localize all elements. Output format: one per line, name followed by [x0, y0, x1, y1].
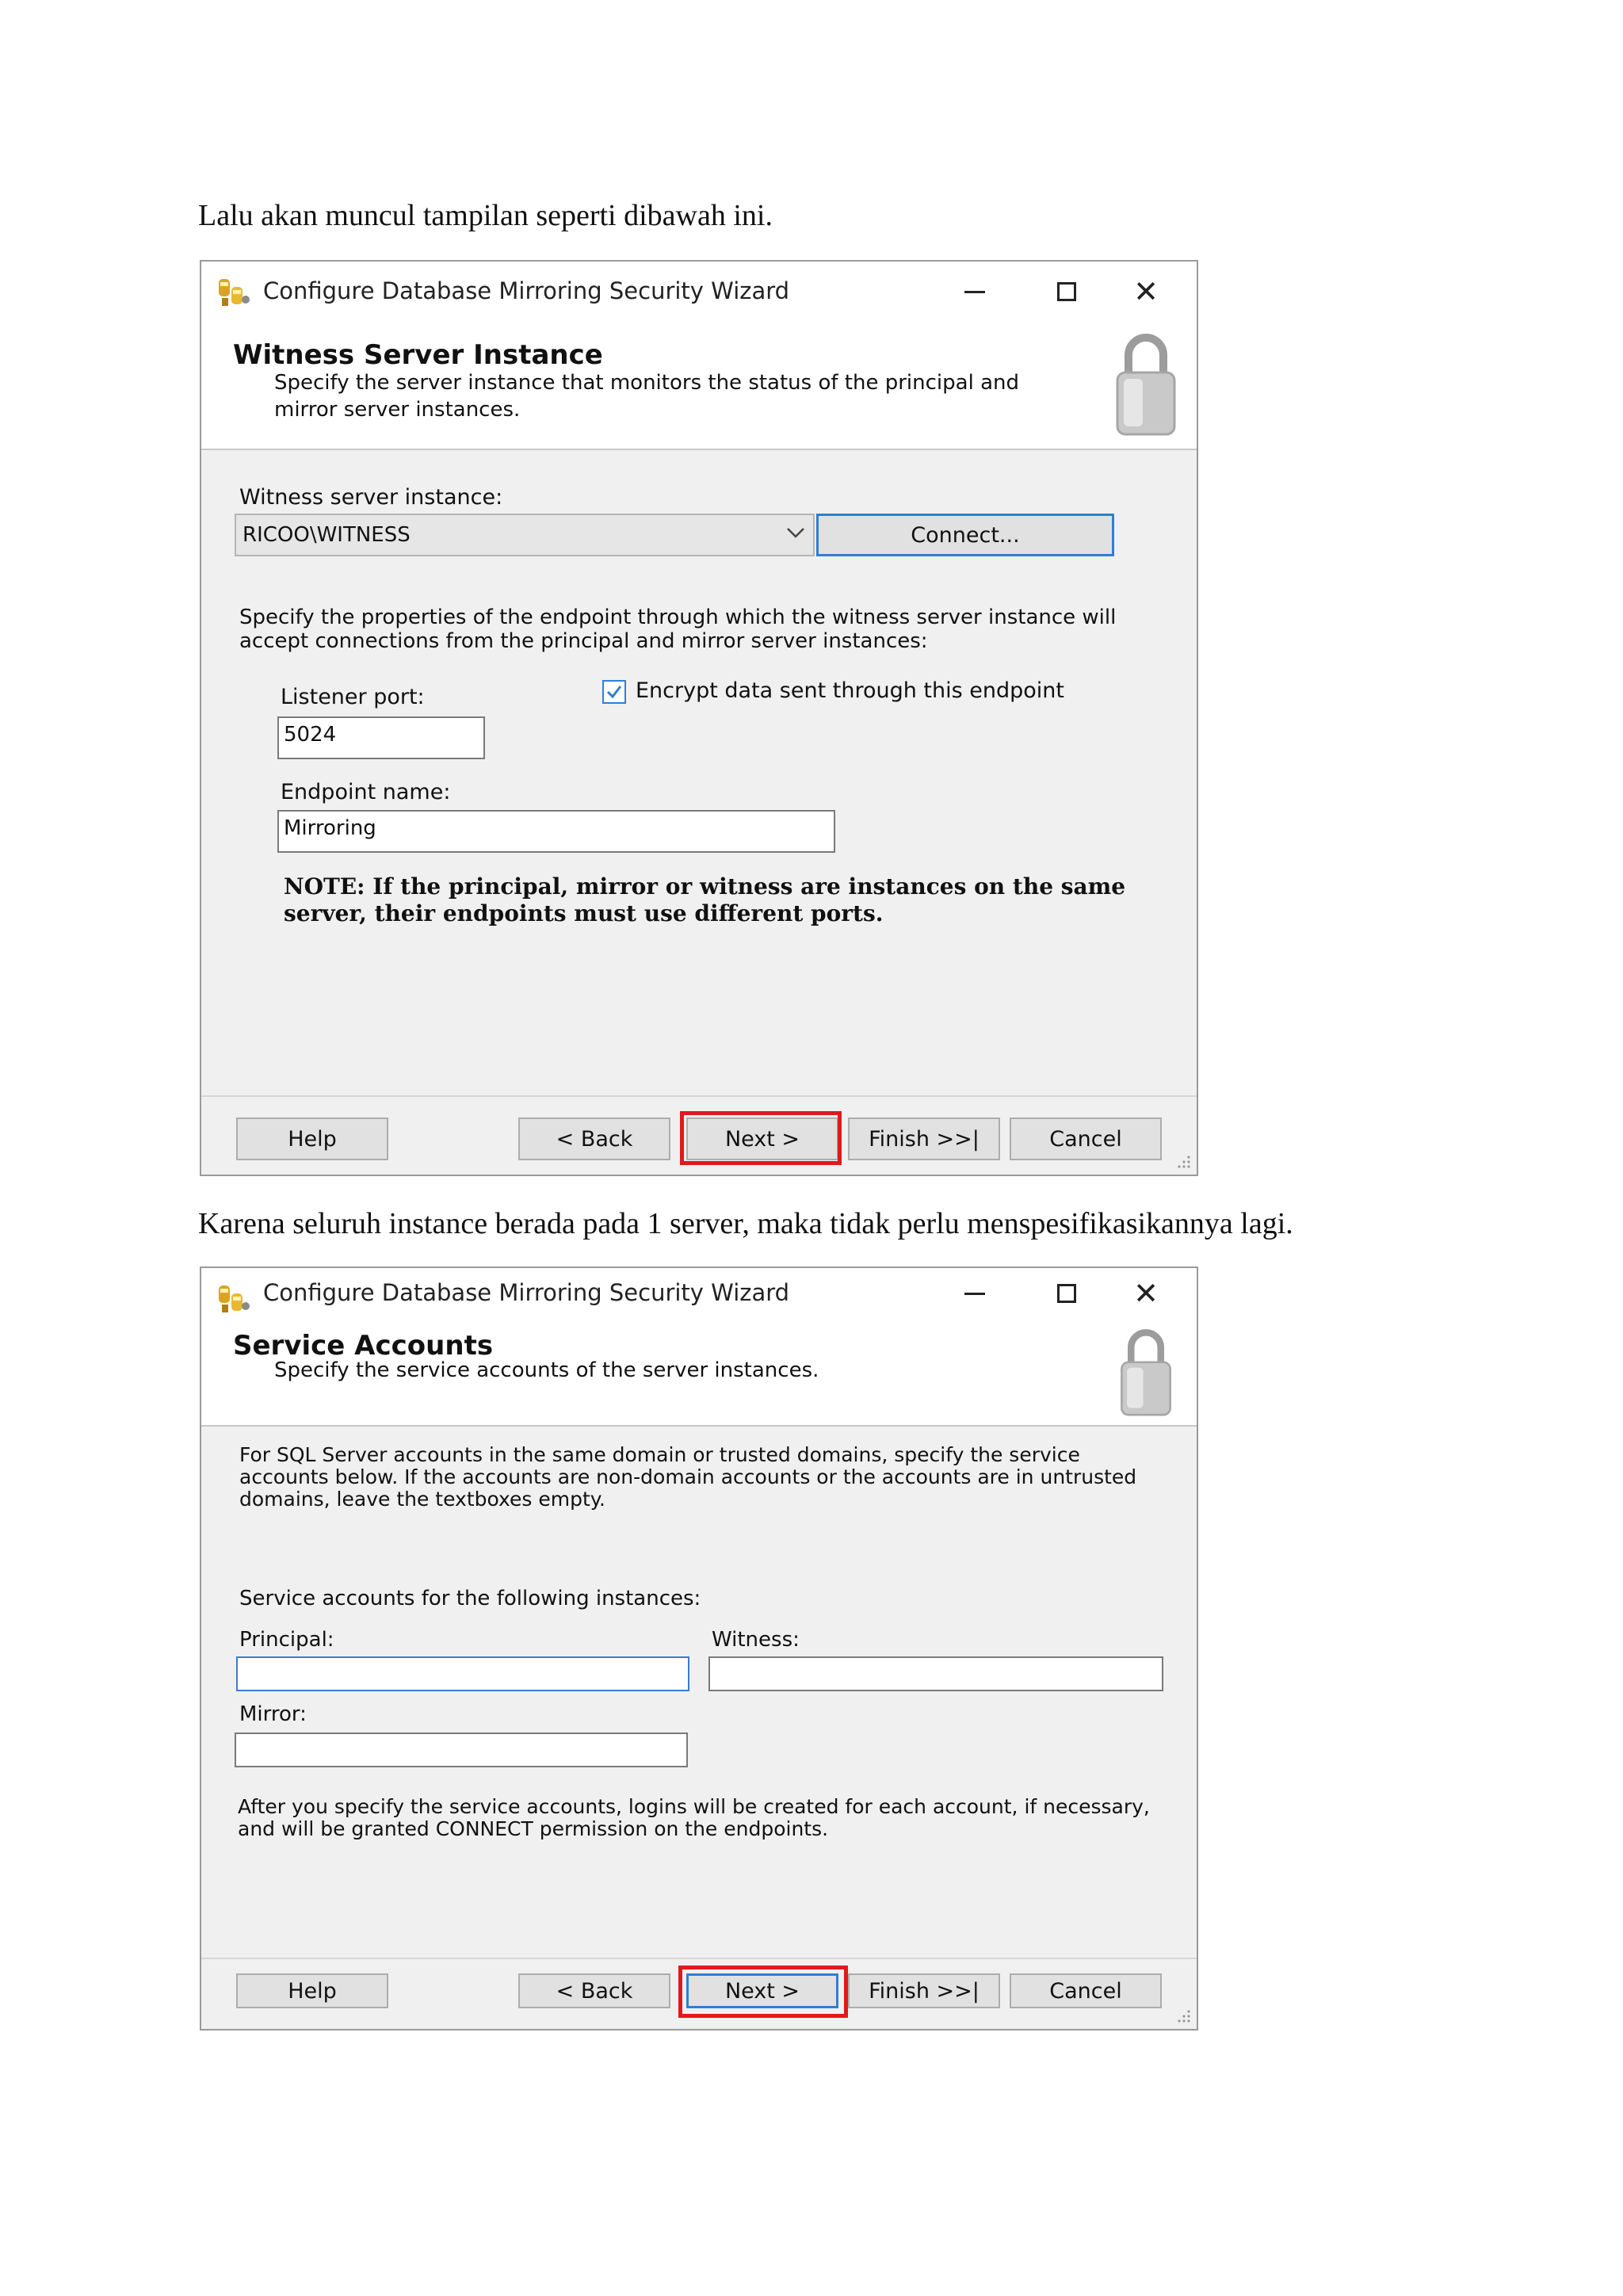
witness-instance-value: RICOO\WITNESS	[242, 523, 411, 547]
page-description: Specify the service accounts of the serv…	[274, 1358, 819, 1382]
padlock-icon	[1121, 1329, 1171, 1416]
witness-label: Witness:	[712, 1628, 800, 1652]
back-button[interactable]: < Back	[518, 1973, 670, 2008]
finish-button[interactable]: Finish >>|	[848, 1973, 1000, 2008]
minimize-icon	[964, 1292, 985, 1295]
encrypt-checkbox-label: Encrypt data sent through this endpoint	[636, 678, 1065, 703]
principal-label: Principal:	[239, 1628, 334, 1652]
close-icon: ✕	[1133, 274, 1159, 309]
close-button[interactable]: ✕	[1122, 268, 1170, 315]
endpoint-intro-text: Specify the properties of the endpoint t…	[239, 606, 1117, 653]
minimize-icon	[964, 290, 985, 293]
after-accounts-text: After you specify the service accounts, …	[238, 1795, 1150, 1840]
note-text: NOTE: If the principal, mirror or witnes…	[284, 873, 1126, 926]
witness-instance-combobox[interactable]: RICOO\WITNESS	[235, 514, 815, 556]
mirror-label: Mirror:	[239, 1702, 307, 1726]
page-title: Witness Server Instance	[233, 339, 603, 371]
close-icon: ✕	[1133, 1276, 1159, 1311]
window-title: Configure Database Mirroring Security Wi…	[263, 1279, 790, 1306]
listener-port-label: Listener port:	[281, 685, 425, 709]
resize-grip-icon[interactable]	[1176, 1154, 1192, 1170]
next-button-highlight	[678, 1966, 848, 2018]
back-button[interactable]: < Back	[518, 1117, 670, 1160]
maximize-icon	[1057, 1284, 1076, 1303]
window-title: Configure Database Mirroring Security Wi…	[263, 277, 790, 304]
principal-input[interactable]	[236, 1656, 689, 1691]
database-key-icon	[219, 1286, 250, 1312]
between-paragraph: Karena seluruh instance berada pada 1 se…	[198, 1207, 1293, 1240]
page-description: Specify the server instance that monitor…	[274, 371, 1019, 422]
minimize-button[interactable]	[951, 1270, 999, 1317]
footer-divider	[201, 1958, 1197, 1959]
accounts-label: Service accounts for the following insta…	[239, 1587, 701, 1610]
mirror-input[interactable]	[235, 1733, 688, 1767]
accounts-intro-text: For SQL Server accounts in the same doma…	[239, 1443, 1137, 1511]
finish-button[interactable]: Finish >>|	[848, 1117, 1000, 1160]
encrypt-checkbox[interactable]	[602, 680, 626, 704]
wizard-header: Configure Database Mirroring Security Wi…	[201, 262, 1197, 450]
help-button[interactable]: Help	[236, 1973, 388, 2008]
cancel-button[interactable]: Cancel	[1010, 1973, 1162, 2008]
endpoint-name-input[interactable]: Mirroring	[277, 810, 835, 853]
chevron-down-icon	[787, 528, 804, 538]
wizard-header: Configure Database Mirroring Security Wi…	[201, 1268, 1197, 1427]
help-button[interactable]: Help	[236, 1117, 388, 1160]
padlock-icon	[1116, 334, 1176, 436]
title-bar[interactable]: Configure Database Mirroring Security Wi…	[201, 262, 1197, 322]
cancel-button[interactable]: Cancel	[1010, 1117, 1162, 1160]
witness-input[interactable]	[708, 1656, 1163, 1691]
connect-button[interactable]: Connect...	[816, 514, 1114, 556]
title-bar[interactable]: Configure Database Mirroring Security Wi…	[201, 1268, 1197, 1328]
service-accounts-wizard-window: Configure Database Mirroring Security Wi…	[200, 1266, 1198, 2030]
intro-paragraph: Lalu akan muncul tampilan seperti dibawa…	[198, 199, 773, 232]
resize-grip-icon[interactable]	[1176, 2008, 1192, 2024]
witness-instance-label: Witness server instance:	[239, 485, 503, 510]
maximize-icon	[1057, 282, 1076, 301]
checkmark-icon	[606, 686, 622, 699]
minimize-button[interactable]	[951, 268, 999, 315]
endpoint-name-label: Endpoint name:	[281, 780, 451, 804]
maximize-button[interactable]	[1043, 1270, 1090, 1317]
next-button-highlight	[680, 1111, 842, 1165]
database-key-icon	[219, 279, 250, 306]
footer-divider	[201, 1095, 1197, 1097]
witness-wizard-window: Configure Database Mirroring Security Wi…	[200, 260, 1198, 1176]
close-button[interactable]: ✕	[1122, 1270, 1170, 1317]
maximize-button[interactable]	[1043, 268, 1090, 315]
listener-port-input[interactable]: 5024	[277, 716, 485, 759]
